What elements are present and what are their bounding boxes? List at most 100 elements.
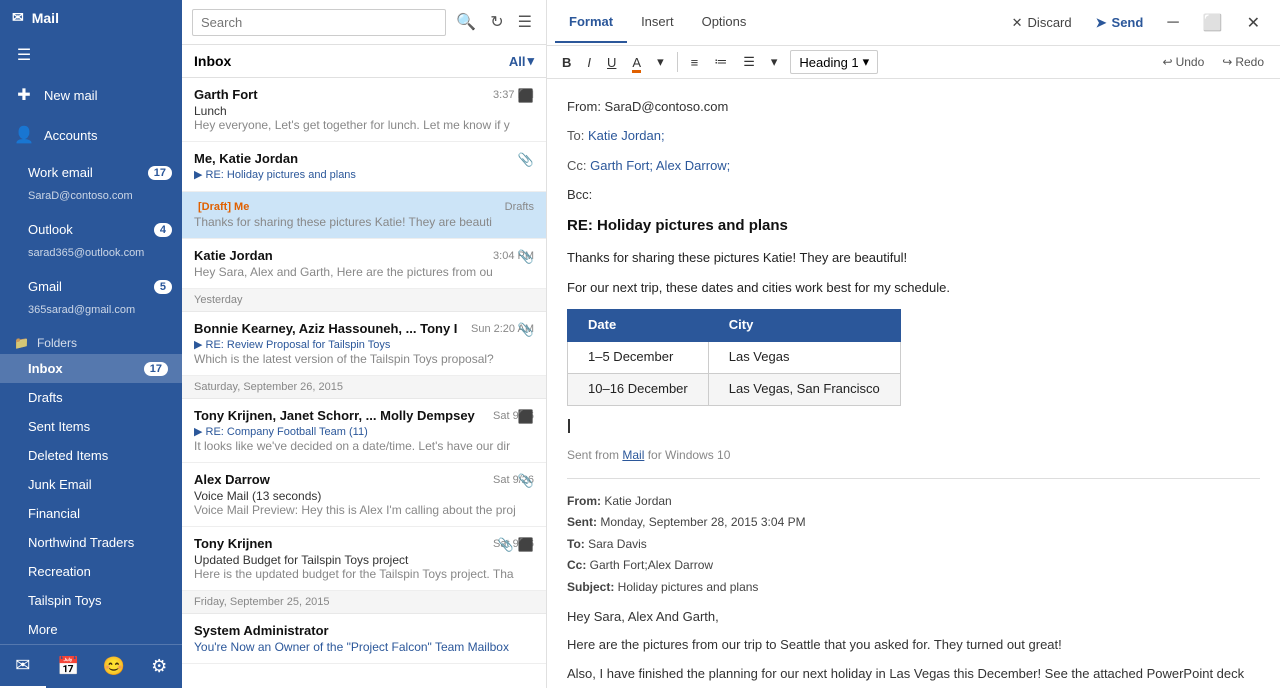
font-color-button[interactable]: A [625, 51, 648, 74]
send-button[interactable]: ➤ Send [1084, 9, 1156, 37]
cc-alex-link[interactable]: Alex Darrow; [656, 158, 730, 173]
sidebar-item-financial[interactable]: Financial [0, 499, 182, 528]
person-icon: 👤 [14, 125, 34, 145]
compose-icon: ✚ [14, 85, 34, 105]
search-input[interactable] [192, 9, 446, 36]
new-mail-button[interactable]: ✚ New mail [0, 75, 182, 115]
quoted-para-2: Also, I have finished the planning for o… [567, 664, 1260, 688]
app-title: ✉ Mail [0, 0, 182, 35]
reply-indicator: ▶ RE: Review Proposal for Tailspin Toys [194, 338, 534, 351]
outlook-name: Outlook [28, 222, 73, 237]
mail-item-katie[interactable]: Katie Jordan 3:04 PM Hey Sara, Alex and … [182, 239, 546, 289]
mail-item-draft-active[interactable]: [Draft] Me Drafts Thanks for sharing the… [182, 192, 546, 239]
outlook-item[interactable]: Outlook 4 sarad365@outlook.com [0, 212, 182, 269]
font-color-dropdown[interactable]: ▾ [650, 50, 671, 74]
quoted-para-1: Here are the pictures from our trip to S… [567, 635, 1260, 656]
folders-section[interactable]: 📁 Folders [0, 326, 182, 354]
email-cc: Cc: Garth Fort; Alex Darrow; [567, 154, 1260, 177]
filter-button[interactable]: ☰ [514, 8, 536, 36]
gmail-item[interactable]: Gmail 5 365sarad@gmail.com [0, 269, 182, 326]
nav-calendar-button[interactable]: 📅 [46, 645, 92, 688]
quoted-body: Hey Sara, Alex And Garth, Here are the p… [567, 607, 1260, 688]
tab-format[interactable]: Format [555, 2, 627, 43]
mail-item-sysadmin[interactable]: System Administrator You're Now an Owner… [182, 614, 546, 664]
separator [677, 52, 678, 72]
nav-emoji-button[interactable]: 😊 [91, 645, 137, 688]
underline-button[interactable]: U [600, 51, 623, 74]
sidebar-item-junk[interactable]: Junk Email [0, 470, 182, 499]
email-divider [567, 478, 1260, 479]
body-para-1: Thanks for sharing these pictures Katie!… [567, 248, 1260, 269]
folders-label: Folders [37, 336, 77, 350]
email-body[interactable]: From: SaraD@contoso.com To: Katie Jordan… [547, 79, 1280, 688]
sender-name: Garth Fort [194, 87, 487, 102]
all-filter[interactable]: All ▾ [509, 53, 534, 69]
sidebar-item-northwind[interactable]: Northwind Traders [0, 528, 182, 557]
align-button[interactable]: ☰ [736, 50, 762, 74]
sidebar-item-sent[interactable]: Sent Items [0, 412, 182, 441]
email-from: From: SaraD@contoso.com [567, 95, 1260, 118]
work-email-item[interactable]: Work email 17 SaraD@contoso.com [0, 155, 182, 212]
reply-indicator: ▶ RE: Company Football Team (11) [194, 425, 534, 438]
tab-options[interactable]: Options [688, 2, 761, 43]
nav-mail-button[interactable]: ✉ [0, 645, 46, 688]
tab-insert[interactable]: Insert [627, 2, 688, 43]
close-button[interactable]: ✕ [1235, 7, 1272, 39]
bold-button[interactable]: B [555, 51, 578, 74]
mail-preview: Here is the updated budget for the Tails… [194, 567, 534, 581]
email-bcc: Bcc: [567, 183, 1260, 206]
sidebar-item-deleted[interactable]: Deleted Items [0, 441, 182, 470]
sidebar-item-more[interactable]: More [0, 615, 182, 644]
sidebar-item-recreation[interactable]: Recreation [0, 557, 182, 586]
discard-button[interactable]: ✕ Discard [1000, 9, 1084, 37]
bottom-nav: ✉ 📅 😊 ⚙ [0, 644, 182, 688]
hamburger-menu[interactable]: ☰ [0, 35, 182, 75]
quoted-header: From: Katie Jordan Sent: Monday, Septemb… [567, 491, 1260, 599]
undo-button[interactable]: ↩ Undo [1155, 51, 1213, 73]
more-format-button[interactable]: ▾ [764, 50, 785, 74]
sender-name: Tony Krijnen, Janet Schorr, ... Molly De… [194, 408, 487, 423]
sidebar-item-drafts[interactable]: Drafts [0, 383, 182, 412]
sidebar-item-tailspin[interactable]: Tailspin Toys [0, 586, 182, 615]
work-email-address: SaraD@contoso.com [28, 190, 133, 202]
email-subject-line: RE: Holiday pictures and plans [567, 217, 1260, 234]
folder-icon: 📁 [14, 336, 29, 350]
mail-item-tony-football[interactable]: Tony Krijnen, Janet Schorr, ... Molly De… [182, 399, 546, 463]
heading-selector[interactable]: Heading 1 ▾ [790, 50, 878, 74]
mail-item-tony-budget[interactable]: Tony Krijnen Sat 9/26 Updated Budget for… [182, 527, 546, 591]
refresh-button[interactable]: ↻ [486, 8, 507, 36]
mail-app-link[interactable]: Mail [622, 448, 644, 462]
mail-item-garth[interactable]: Garth Fort 3:37 PM Lunch Hey everyone, L… [182, 78, 546, 142]
search-button[interactable]: 🔍 [452, 8, 480, 36]
attachment-icon: 📎 [518, 322, 534, 338]
restore-button[interactable]: ⬜ [1191, 7, 1235, 39]
redo-button[interactable]: ↪ Redo [1214, 51, 1272, 73]
quoted-cc: Cc: Garth Fort;Alex Darrow [567, 555, 1260, 577]
cursor-paragraph[interactable] [567, 416, 1260, 437]
nav-settings-button[interactable]: ⚙ [137, 645, 183, 688]
mail-preview: Hey everyone, Let's get together for lun… [194, 118, 534, 132]
italic-button[interactable]: I [580, 51, 598, 74]
minimize-button[interactable]: ─ [1155, 8, 1190, 38]
mail-item-bonnie[interactable]: Bonnie Kearney, Aziz Hassouneh, ... Tony… [182, 312, 546, 376]
bullet-list-button[interactable]: ≡ [684, 51, 706, 74]
numbered-list-button[interactable]: ≔ [707, 50, 734, 74]
accounts-button[interactable]: 👤 Accounts [0, 115, 182, 155]
mail-item-draft-me-katie[interactable]: Me, Katie Jordan ▶ RE: Holiday pictures … [182, 142, 546, 192]
sender-name: Alex Darrow [194, 472, 487, 487]
mail-item-alex[interactable]: Alex Darrow Sat 9/26 Voice Mail (13 seco… [182, 463, 546, 527]
table-header-date: Date [568, 310, 709, 342]
quoted-sent: Sent: Monday, September 28, 2015 3:04 PM [567, 512, 1260, 534]
cc-garth-link[interactable]: Garth Fort; [590, 158, 653, 173]
sidebar-item-inbox[interactable]: Inbox 17 [0, 354, 182, 383]
chevron-down-icon: ▾ [863, 54, 870, 70]
redo-icon: ↪ [1222, 55, 1232, 69]
sender-name: Katie Jordan [194, 248, 487, 263]
quoted-to: To: Sara Davis [567, 534, 1260, 556]
quoted-from: From: Katie Jordan [567, 491, 1260, 513]
to-link[interactable]: Katie Jordan; [588, 128, 665, 143]
sender-name: Me, Katie Jordan [194, 151, 534, 166]
mail-preview: Voice Mail Preview: Hey this is Alex I'm… [194, 503, 534, 517]
inbox-header: Inbox All ▾ [182, 45, 546, 78]
email-content[interactable]: Thanks for sharing these pictures Katie!… [567, 248, 1260, 688]
